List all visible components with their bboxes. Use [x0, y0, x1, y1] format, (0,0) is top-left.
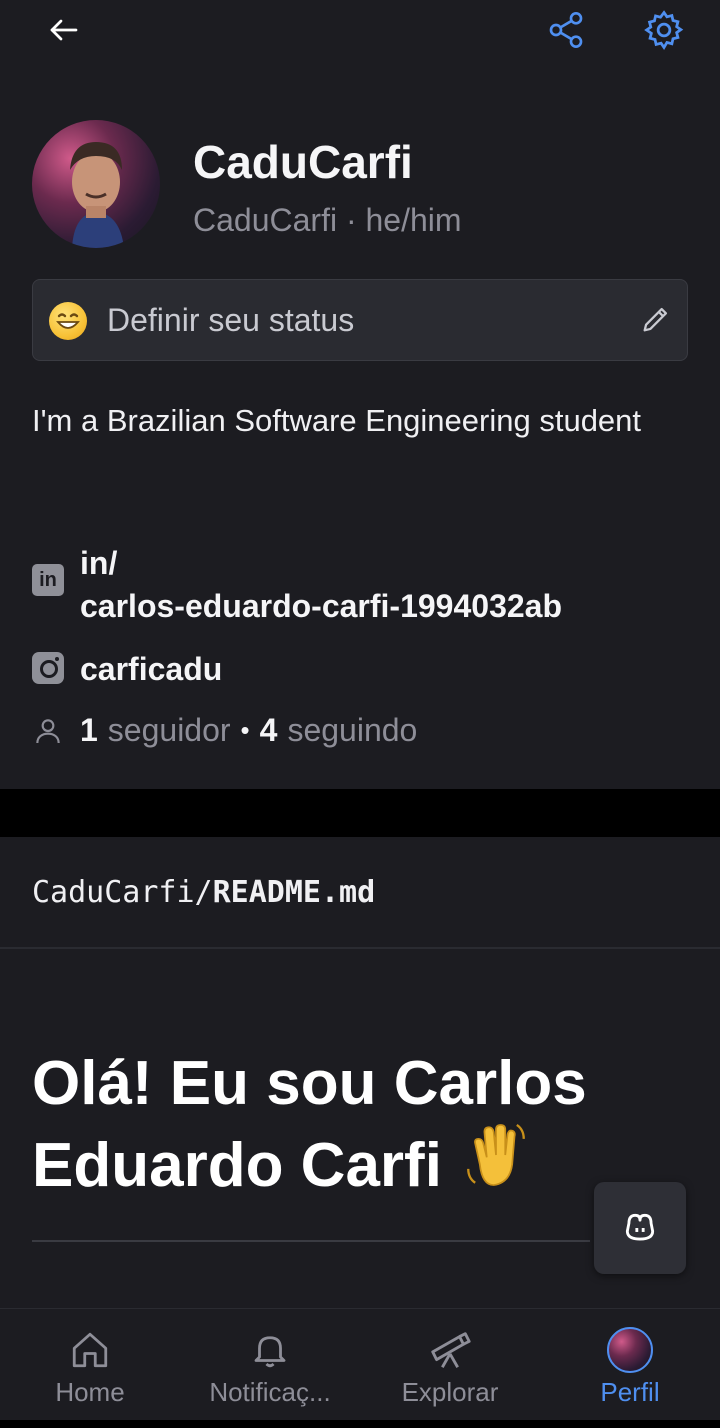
readme-title[interactable]: CaduCarfi/README.md — [32, 875, 375, 910]
bell-icon — [245, 1325, 295, 1375]
tab-label: Perfil — [600, 1377, 660, 1407]
share-icon — [549, 12, 583, 49]
profile-handle: CaduCarfi · he/him — [193, 202, 462, 238]
tab-avatar-wrap — [605, 1325, 655, 1375]
home-icon — [65, 1325, 115, 1375]
arrow-left-icon — [50, 19, 78, 41]
telescope-icon — [425, 1325, 475, 1375]
tab-home[interactable]: Home — [0, 1309, 180, 1428]
share-button[interactable] — [542, 6, 590, 54]
linkedin-link[interactable]: in in/ carlos-eduardo-carfi-1994032ab — [32, 542, 562, 628]
readme-owner: CaduCarfi/ — [32, 875, 213, 910]
readme-file: README.md — [212, 875, 376, 910]
avatar-photo — [70, 142, 124, 248]
pencil-icon — [643, 307, 668, 332]
settings-button[interactable] — [640, 6, 688, 54]
profile-bio: I'm a Brazilian Software Engineering stu… — [32, 403, 642, 438]
person-icon — [36, 718, 60, 743]
instagram-label: carficadu — [80, 651, 223, 687]
tab-profile[interactable]: Perfil — [540, 1309, 720, 1428]
tab-notifications[interactable]: Notificaç... — [180, 1309, 360, 1428]
tab-label: Home — [55, 1377, 125, 1407]
avatar — [607, 1327, 653, 1373]
following-link[interactable]: 4 seguindo — [260, 712, 418, 749]
following-count: 4 — [259, 712, 278, 748]
profile-name: CaduCarfi — [193, 136, 413, 188]
tab-label: Notificaç... — [209, 1377, 331, 1407]
separator-dot: • — [240, 715, 250, 745]
linkedin-label: in/ carlos-eduardo-carfi-1994032ab — [80, 545, 562, 624]
followers-count: 1 — [80, 712, 98, 748]
gear-icon — [644, 10, 684, 50]
grinning-face-icon — [49, 302, 87, 340]
divider — [0, 947, 720, 949]
bottom-tab-bar: Home Notificaç... Explorar Perfil — [0, 1308, 720, 1428]
copilot-icon — [625, 1213, 655, 1241]
heading-divider — [32, 1240, 590, 1242]
system-nav-strip — [0, 1420, 720, 1428]
followers-link[interactable]: 1 seguidor — [80, 712, 231, 749]
profile-section: CaduCarfi CaduCarfi · he/him Definir seu… — [0, 80, 720, 789]
instagram-icon — [32, 652, 64, 684]
following-label: seguindo — [287, 712, 418, 748]
instagram-link[interactable]: carficadu — [32, 648, 222, 691]
back-button[interactable] — [40, 6, 88, 54]
follow-stats: 1 seguidor • 4 seguindo — [32, 712, 417, 749]
waving-hand-icon — [459, 1118, 533, 1201]
linkedin-icon: in — [32, 564, 64, 596]
tab-explore[interactable]: Explorar — [360, 1309, 540, 1428]
set-status-button[interactable]: Definir seu status — [32, 279, 688, 361]
status-placeholder: Definir seu status — [107, 302, 355, 338]
tab-label: Explorar — [401, 1377, 499, 1407]
readme-heading: Olá! Eu sou Carlos Eduardo Carfi — [32, 1050, 672, 1201]
followers-label: seguidor — [107, 712, 231, 748]
avatar[interactable] — [32, 120, 160, 248]
copilot-button[interactable] — [594, 1182, 686, 1274]
top-bar — [0, 0, 720, 80]
